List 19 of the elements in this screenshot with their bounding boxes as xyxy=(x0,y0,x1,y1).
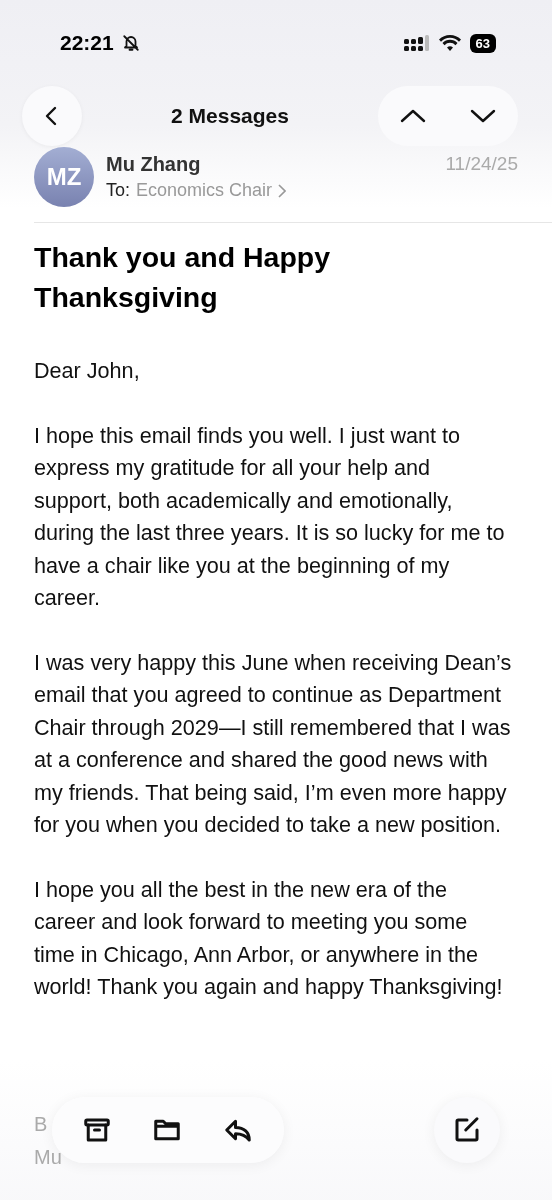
wifi-icon xyxy=(437,34,462,52)
sender-name: Mu Zhang xyxy=(106,153,201,176)
avatar: MZ xyxy=(34,147,94,207)
battery-indicator: 63 xyxy=(469,33,496,53)
nav-title: 2 Messages xyxy=(171,104,289,128)
email-paragraph: I was very happy this June when receiving Dean’s email that you agreed to continue as Department Chair through 2029—I still remembered that I was at a conference and shared the good news with my friends. That being said, I’m even more happy for you when you decided to take a new position. xyxy=(34,648,512,839)
bell-muted-icon xyxy=(121,34,140,52)
status-time: 22:21 xyxy=(60,31,114,55)
email-subject: Thank you and Happy Thanksgiving xyxy=(34,240,332,315)
to-label: To: xyxy=(106,180,130,201)
message-date: 11/24/25 xyxy=(445,153,518,176)
signature-text: B xyxy=(34,1112,49,1137)
email-paragraph: I hope you all the best in the new era of the career and look forward to meeting you some time in Chicago, Ann Arbor, or anywhere in the world! Thank you again and happy Thanksgiving! xyxy=(34,875,504,1001)
chevron-right-icon xyxy=(278,183,287,198)
signature-text: Mu xyxy=(34,1144,62,1170)
recipient-link[interactable]: Economics Chair xyxy=(136,180,273,201)
email-paragraph: I hope this email finds you well. I just want to express my gratitude for all your help and support, both academically and emotionally, during the last three years. It is so lucky for me to have a chair like you at the beginning of my career. xyxy=(34,421,506,612)
email-paragraph: Dear John, xyxy=(34,357,141,385)
signal-icon xyxy=(403,35,430,51)
